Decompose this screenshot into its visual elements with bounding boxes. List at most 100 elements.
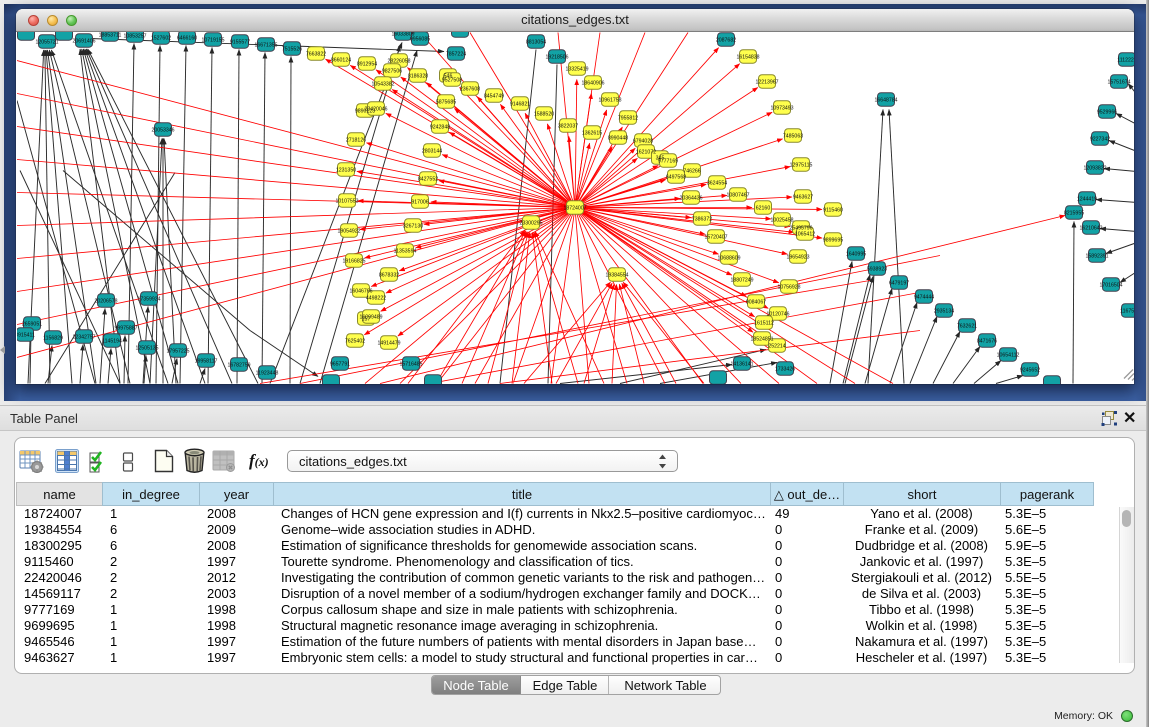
- svg-text:7632621: 7632621: [957, 323, 977, 329]
- svg-text:6479197: 6479197: [889, 280, 909, 286]
- svg-text:2659051: 2659051: [22, 321, 42, 327]
- svg-text:9527508: 9527508: [442, 77, 462, 83]
- svg-text:7857224: 7857224: [446, 51, 466, 57]
- svg-text:16210643: 16210643: [1079, 225, 1102, 231]
- svg-text:6466160: 6466160: [177, 35, 197, 41]
- svg-text:7663822: 7663822: [306, 51, 326, 57]
- svg-text:12055721: 12055721: [35, 39, 58, 45]
- svg-text:3915411: 3915411: [17, 332, 35, 338]
- svg-text:20053346: 20053346: [151, 127, 174, 133]
- svg-text:6497568: 6497568: [666, 174, 686, 180]
- svg-text:5875685: 5875685: [436, 99, 456, 105]
- svg-text:18853711: 18853711: [99, 32, 122, 38]
- svg-text:23420046: 23420046: [364, 106, 387, 112]
- svg-text:18640906: 18640906: [581, 80, 604, 86]
- svg-text:1112223: 1112223: [1117, 57, 1134, 63]
- svg-text:10807467: 10807467: [726, 192, 749, 198]
- svg-text:8186328: 8186328: [408, 73, 428, 79]
- svg-text:9899695: 9899695: [823, 237, 843, 243]
- svg-text:9146821: 9146821: [510, 101, 530, 107]
- svg-text:1588520: 1588520: [534, 111, 554, 117]
- svg-text:15720407: 15720407: [704, 234, 727, 240]
- svg-text:15892391: 15892391: [1085, 253, 1108, 259]
- svg-text:16782759: 16782759: [227, 362, 250, 368]
- svg-text:3624554: 3624554: [707, 180, 727, 186]
- svg-text:12213967: 12213967: [755, 79, 778, 85]
- svg-text:1362615: 1362615: [582, 130, 602, 136]
- svg-text:9227342: 9227342: [1090, 136, 1110, 142]
- svg-text:15716485: 15716485: [399, 361, 422, 367]
- svg-text:9245652: 9245652: [1020, 367, 1040, 373]
- svg-text:23300295: 23300295: [519, 220, 542, 226]
- svg-text:14136141: 14136141: [730, 361, 753, 367]
- svg-text:1065412: 1065412: [795, 231, 815, 237]
- svg-text:252214: 252214: [768, 343, 785, 349]
- svg-text:11923448: 11923448: [256, 370, 279, 376]
- svg-text:9463627: 9463627: [793, 194, 813, 200]
- svg-text:11353594: 11353594: [394, 248, 417, 254]
- svg-text:16099489: 16099489: [359, 314, 382, 320]
- svg-text:62160: 62160: [756, 205, 771, 211]
- svg-text:9084067: 9084067: [746, 299, 766, 305]
- svg-text:2935134: 2935134: [934, 308, 954, 314]
- svg-text:7515526: 7515526: [282, 46, 302, 52]
- svg-text:1640995: 1640995: [846, 251, 866, 257]
- svg-text:10853257: 10853257: [123, 33, 146, 39]
- svg-text:8660124: 8660124: [331, 57, 351, 63]
- svg-text:1167533: 1167533: [1120, 308, 1134, 314]
- svg-text:8678332: 8678332: [379, 272, 399, 278]
- svg-text:8813054: 8813054: [526, 39, 546, 45]
- svg-text:1231350: 1231350: [336, 167, 356, 173]
- svg-text:99975887: 99975887: [114, 325, 137, 331]
- svg-text:15751674: 15751674: [1107, 79, 1130, 85]
- svg-text:9956085: 9956085: [410, 36, 430, 42]
- svg-text:19166825: 19166825: [342, 258, 365, 264]
- svg-text:10973493: 10973493: [770, 105, 793, 111]
- svg-text:14914479: 14914479: [377, 340, 400, 346]
- svg-text:10719155: 10719155: [201, 37, 224, 43]
- svg-text:1615112: 1615112: [754, 320, 774, 326]
- svg-text:9474444: 9474444: [914, 294, 934, 300]
- svg-text:12093822: 12093822: [1083, 165, 1106, 171]
- svg-text:9777169: 9777169: [658, 158, 678, 164]
- svg-text:12975115: 12975115: [790, 162, 813, 168]
- svg-text:917006: 917006: [411, 199, 428, 205]
- svg-text:9529966: 9529966: [1097, 109, 1117, 115]
- svg-text:13325419: 13325419: [565, 66, 588, 72]
- svg-text:7485063: 7485063: [783, 133, 803, 139]
- svg-text:8471676: 8471676: [977, 338, 997, 344]
- svg-text:1733426: 1733426: [775, 366, 795, 372]
- svg-text:1621072: 1621072: [636, 149, 656, 155]
- svg-text:18807249: 18807249: [730, 277, 753, 283]
- svg-text:7955812: 7955812: [618, 115, 638, 121]
- svg-text:17016504: 17016504: [1099, 282, 1122, 288]
- svg-text:20364436: 20364436: [679, 195, 702, 201]
- svg-text:9827506: 9827506: [382, 68, 402, 74]
- svg-text:5938923: 5938923: [867, 266, 887, 272]
- svg-text:18524851: 18524851: [750, 336, 773, 342]
- svg-text:2718126: 2718126: [346, 137, 366, 143]
- svg-text:3822037: 3822037: [558, 123, 578, 129]
- svg-text:19218506: 19218506: [545, 54, 568, 60]
- svg-text:10107553: 10107553: [335, 198, 358, 204]
- svg-text:7625402: 7625402: [345, 338, 365, 344]
- svg-text:28226058: 28226058: [387, 58, 410, 64]
- svg-text:2367608: 2367608: [460, 86, 480, 92]
- svg-text:10543382: 10543382: [371, 81, 394, 87]
- svg-text:19054922: 19054922: [337, 228, 360, 234]
- svg-text:2803144: 2803144: [422, 148, 442, 154]
- svg-text:10654112: 10654112: [997, 352, 1020, 358]
- svg-text:9242848: 9242848: [430, 124, 450, 130]
- svg-text:12505135: 12505135: [135, 345, 158, 351]
- svg-text:9115460: 9115460: [823, 207, 843, 213]
- svg-text:17359924: 17359924: [137, 296, 160, 302]
- svg-text:1156829: 1156829: [43, 335, 63, 341]
- svg-text:10120746: 10120746: [766, 311, 789, 317]
- svg-text:12342757: 12342757: [72, 334, 95, 340]
- svg-text:9155577: 9155577: [230, 39, 250, 45]
- svg-text:8427552: 8427552: [418, 176, 438, 182]
- svg-text:1244419: 1244419: [1077, 196, 1097, 202]
- svg-text:16648784: 16648784: [874, 97, 897, 103]
- svg-text:8990448: 8990448: [608, 135, 628, 141]
- svg-text:19654923: 19654923: [786, 254, 809, 260]
